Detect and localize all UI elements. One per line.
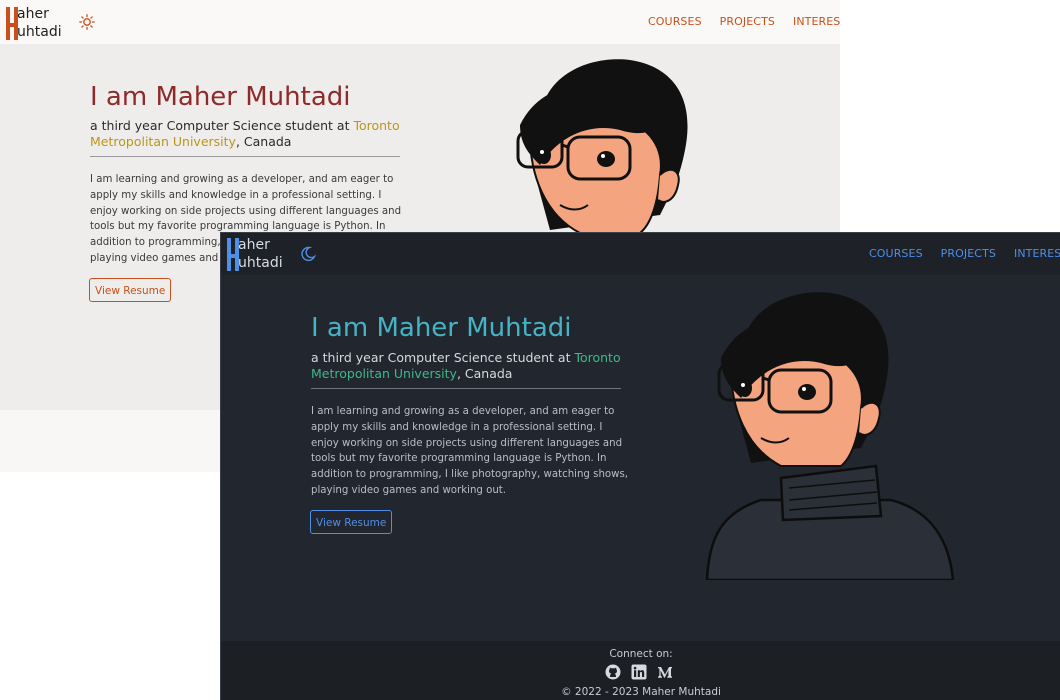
footer: Connect on: © 2022 - 2023 Maher Muhtadi: [221, 641, 1060, 700]
logo-first-name: aher: [238, 237, 270, 253]
avatar-illustration: [516, 59, 688, 234]
page-title: I am Maher Muhtadi: [311, 313, 572, 343]
nav-interests[interactable]: INTERESTS: [793, 15, 840, 28]
theme-toggle-button[interactable]: [79, 14, 95, 34]
nav-links: COURSES PROJECTS INTERESTS: [648, 15, 840, 28]
social-links: [605, 664, 673, 680]
nav-courses[interactable]: COURSES: [869, 247, 923, 260]
site-logo[interactable]: aher uhtadi: [6, 5, 62, 41]
theme-toggle-button[interactable]: [300, 246, 317, 266]
site-logo[interactable]: aher uhtadi: [227, 236, 283, 272]
dark-theme-window: aher uhtadi COURSES PROJECTS INTERESTS I…: [220, 232, 1060, 700]
copyright: © 2022 - 2023 Maher Muhtadi: [561, 686, 721, 698]
connect-label: Connect on:: [609, 648, 673, 660]
nav-interests[interactable]: INTERESTS: [1014, 247, 1060, 260]
logo-first-name: aher: [17, 6, 49, 22]
github-icon[interactable]: [605, 664, 621, 680]
divider: [90, 156, 400, 157]
page-subtitle: a third year Computer Science student at…: [90, 118, 400, 149]
nav-courses[interactable]: COURSES: [648, 15, 702, 28]
nav-projects[interactable]: PROJECTS: [720, 15, 775, 28]
logo-last-name: uhtadi: [238, 255, 283, 271]
navbar: aher uhtadi COURSES PROJECTS INTERESTS: [0, 0, 840, 44]
view-resume-button[interactable]: View Resume: [89, 278, 172, 302]
nav-projects[interactable]: PROJECTS: [941, 247, 996, 260]
divider: [311, 388, 621, 389]
page-subtitle: a third year Computer Science student at…: [311, 350, 621, 381]
bio-paragraph: I am learning and growing as a developer…: [311, 406, 629, 496]
navbar: aher uhtadi COURSES PROJECTS INTERESTS: [221, 233, 1060, 275]
moon-icon: [301, 246, 317, 262]
logo-last-name: uhtadi: [17, 24, 62, 40]
page-title: I am Maher Muhtadi: [90, 82, 351, 112]
view-resume-button[interactable]: View Resume: [310, 510, 393, 534]
medium-icon[interactable]: [657, 664, 673, 680]
sun-icon: [79, 14, 95, 30]
linkedin-icon[interactable]: [631, 664, 647, 680]
nav-links: COURSES PROJECTS INTERESTS: [869, 247, 1060, 260]
avatar-illustration: [705, 292, 955, 580]
